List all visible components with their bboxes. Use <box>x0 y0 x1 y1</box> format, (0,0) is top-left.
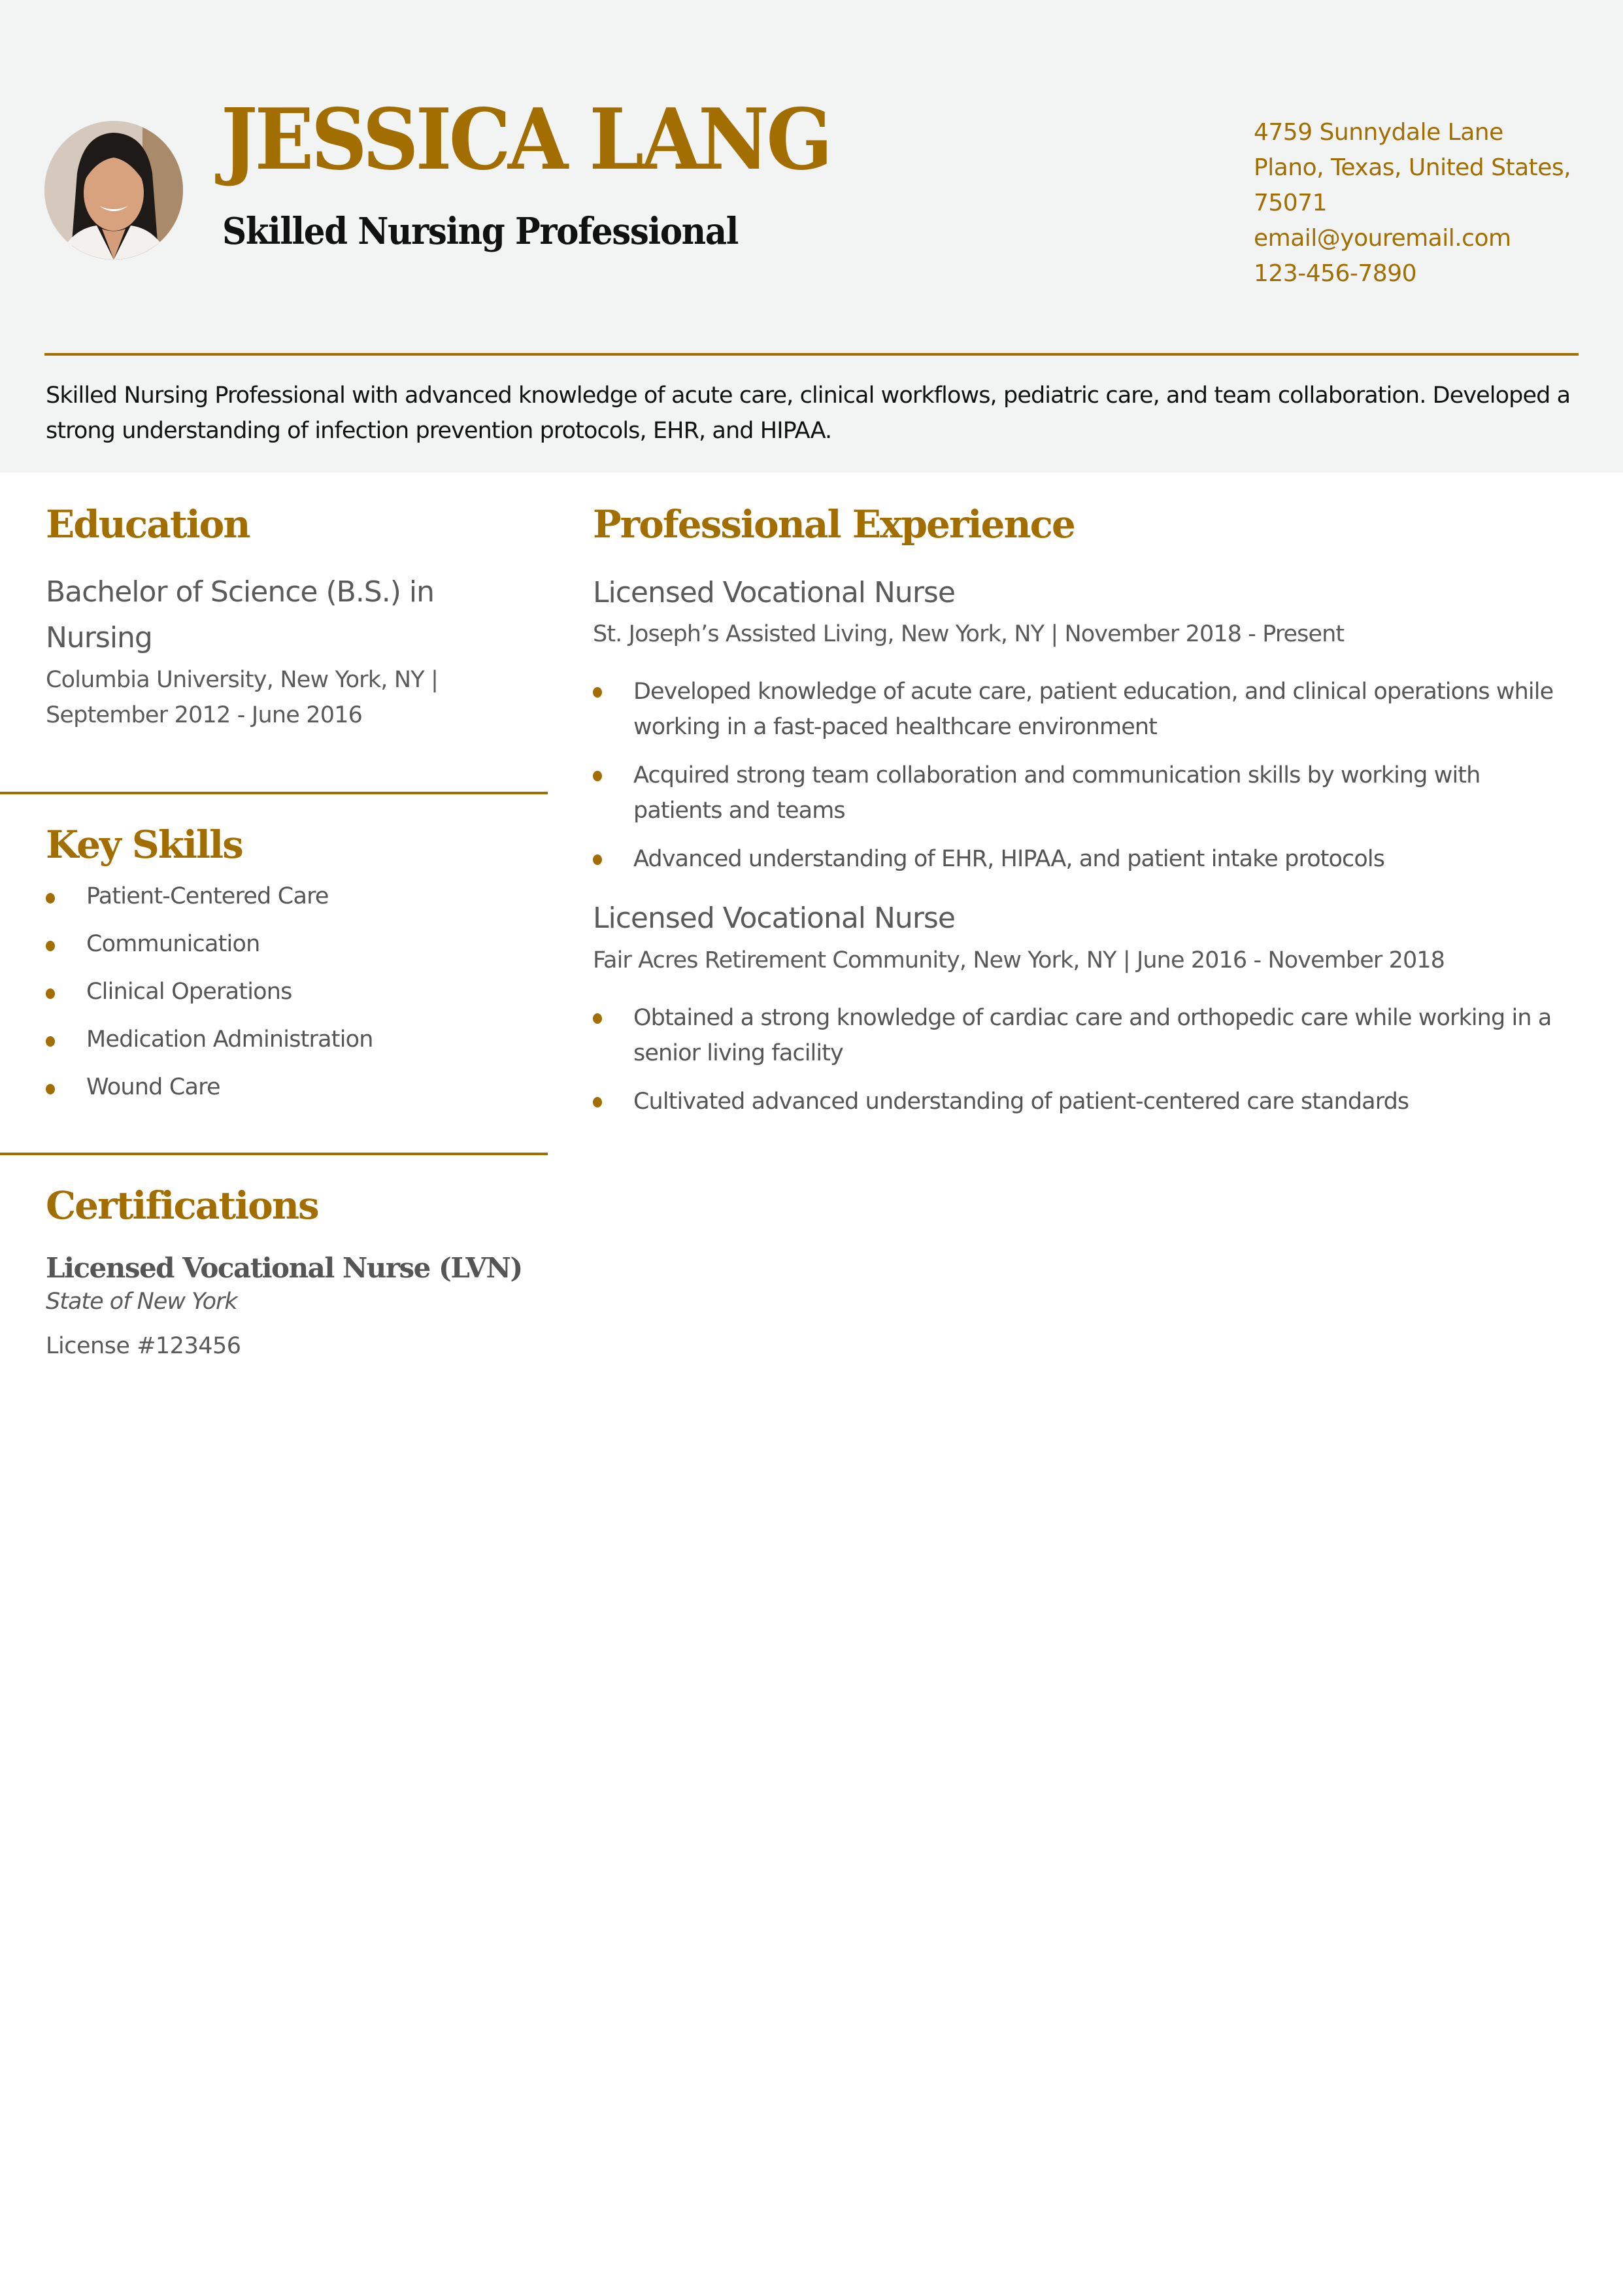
certifications-heading: Certifications <box>46 1183 320 1228</box>
job-employer-dates: Fair Acres Retirement Community, New Yor… <box>593 947 1445 973</box>
address-line-1: 4759 Sunnydale Lane <box>1254 119 1503 146</box>
bullet-icon <box>46 988 55 999</box>
bullet-icon <box>593 1096 602 1107</box>
experience-heading: Professional Experience <box>593 502 1076 547</box>
skill-item: Wound Care <box>46 1074 548 1100</box>
certification-name: Licensed Vocational Nurse (LVN) <box>46 1252 523 1284</box>
job-bullet: Cultivated advanced understanding of pat… <box>593 1084 1562 1119</box>
bullet-icon <box>593 687 602 698</box>
job-bullet-text: Obtained a strong knowledge of cardiac c… <box>633 1004 1552 1066</box>
skill-item: Communication <box>46 931 548 957</box>
candidate-headline: Skilled Nursing Professional <box>222 210 739 253</box>
bullet-icon <box>593 771 602 782</box>
job-title: Licensed Vocational Nurse <box>593 902 956 936</box>
job-title: Licensed Vocational Nurse <box>593 576 956 609</box>
job-bullet-text: Cultivated advanced understanding of pat… <box>633 1088 1409 1115</box>
skills-heading: Key Skills <box>46 822 244 867</box>
right-column: Professional Experience Licensed Vocatio… <box>593 473 1560 1132</box>
skill-item: Clinical Operations <box>46 979 548 1005</box>
job-entry: Licensed Vocational Nurse St. Joseph’s A… <box>593 577 1560 877</box>
job-bullets: Developed knowledge of acute care, patie… <box>593 674 1560 877</box>
job-bullets: Obtained a strong knowledge of cardiac c… <box>593 1000 1560 1119</box>
certification-license: License #123456 <box>46 1333 241 1360</box>
job-bullet: Acquired strong team collaboration and c… <box>593 758 1562 828</box>
education-heading: Education <box>46 502 251 547</box>
profile-photo <box>44 121 183 260</box>
job-entry: Licensed Vocational Nurse Fair Acres Ret… <box>593 902 1560 1119</box>
skills-list: Patient-Centered Care Communication Clin… <box>46 883 548 1100</box>
phone-number: 123-456-7890 <box>1254 260 1417 287</box>
bullet-icon <box>46 893 55 903</box>
job-bullet-text: Developed knowledge of acute care, patie… <box>633 679 1554 741</box>
bullet-icon <box>46 1084 55 1094</box>
address-line-3: 75071 <box>1254 190 1328 216</box>
job-bullet: Developed knowledge of acute care, patie… <box>593 674 1562 745</box>
education-dates: September 2012 - June 2016 <box>46 702 363 728</box>
skill-item: Patient-Centered Care <box>46 883 548 909</box>
bullet-icon <box>46 1036 55 1047</box>
job-bullet-text: Advanced understanding of EHR, HIPAA, an… <box>633 846 1385 873</box>
job-bullet-text: Acquired strong team collaboration and c… <box>633 762 1481 824</box>
person-photo-icon <box>44 121 183 260</box>
job-bullet: Advanced understanding of EHR, HIPAA, an… <box>593 841 1562 877</box>
header-divider <box>44 353 1579 356</box>
experience-section: Professional Experience Licensed Vocatio… <box>593 473 1560 1119</box>
left-column: Education Bachelor of Science (B.S.) in … <box>0 473 548 1359</box>
job-employer-dates: St. Joseph’s Assisted Living, New York, … <box>593 621 1345 648</box>
skill-label: Communication <box>86 931 260 957</box>
profile-summary: Skilled Nursing Professional with advanc… <box>46 382 1571 444</box>
education-degree: Bachelor of Science (B.S.) in Nursing <box>46 575 435 654</box>
address-line-2: Plano, Texas, United States, <box>1254 154 1571 181</box>
job-bullet: Obtained a strong knowledge of cardiac c… <box>593 1000 1562 1071</box>
candidate-name: JESSICA LANG <box>221 91 833 189</box>
certifications-section: Certifications Licensed Vocational Nurse… <box>0 1155 548 1359</box>
skill-label: Clinical Operations <box>86 979 292 1005</box>
education-school: Columbia University, New York, NY | <box>46 667 439 693</box>
skill-item: Medication Administration <box>46 1026 548 1053</box>
email-link[interactable]: email@youremail.com <box>1254 221 1594 256</box>
skill-label: Medication Administration <box>86 1026 373 1053</box>
skill-label: Patient-Centered Care <box>86 883 329 909</box>
skill-label: Wound Care <box>86 1074 221 1100</box>
skills-section: Key Skills Patient-Centered Care Communi… <box>0 794 548 1153</box>
education-section: Education Bachelor of Science (B.S.) in … <box>0 473 548 792</box>
contact-block: 4759 Sunnydale Lane Plano, Texas, United… <box>1254 115 1594 292</box>
certification-issuer: State of New York <box>46 1289 238 1315</box>
bullet-icon <box>593 854 602 866</box>
bullet-icon <box>46 941 55 951</box>
bullet-icon <box>593 1013 602 1024</box>
